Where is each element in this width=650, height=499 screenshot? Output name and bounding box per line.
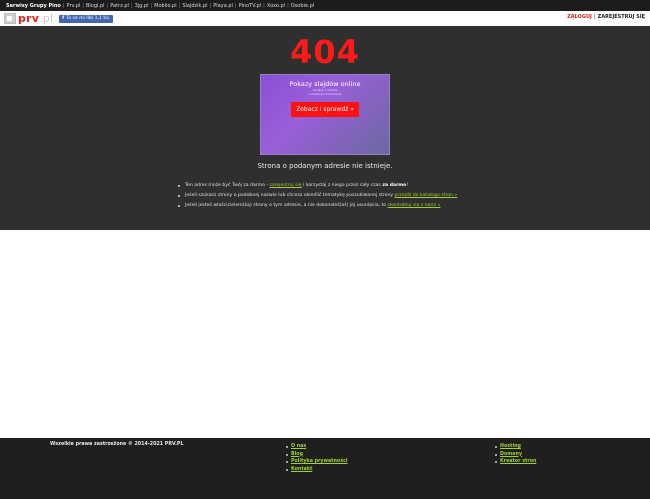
footer-link-hosting[interactable]: Hosting (500, 444, 521, 449)
footer-link-privacy[interactable]: Polityka prywatności (291, 459, 348, 464)
list-item: Kreator stron (495, 458, 536, 466)
list-item: Jeżeli szukasz strony o podobnej nazwie … (178, 191, 457, 201)
list-item: Kontakt (286, 466, 348, 474)
list-item: O nas (286, 443, 348, 451)
site-footer: Wszelkie prawa zastrzeżone © 2014-2021 P… (0, 438, 650, 499)
list-item: Hosting (495, 443, 536, 451)
network-link-slajdzik[interactable]: Slajdzik.pl (182, 3, 207, 9)
network-link-pinotv[interactable]: PinoTV.pl (239, 3, 262, 9)
network-link-mobiio[interactable]: Mobiio.pl (154, 3, 176, 9)
list-item: Polityka prywatności (286, 458, 348, 466)
footer-link-contact[interactable]: Kontakt (291, 467, 312, 472)
logo-text: prv (18, 12, 40, 25)
site-logo[interactable]: prv.pl (4, 12, 53, 25)
facebook-thumb-icon: f (62, 16, 65, 21)
logo-tld: .pl (39, 12, 54, 25)
ad-subtitle-1: ze zdjęć, z muzyką (312, 89, 338, 92)
error-tips-list: Ten adres może być Twój za darmo - zarej… (178, 181, 457, 211)
site-header: prv.pl f To se mi líbí 1,1 tis. ZALOGUJ |… (0, 11, 650, 26)
network-link-patrz[interactable]: Patrz.pl (110, 3, 129, 9)
list-item: Domeny (495, 451, 536, 459)
login-link[interactable]: ZALOGUJ (567, 14, 592, 20)
network-link-osobie[interactable]: Osobie.pl (291, 3, 314, 9)
auth-links: ZALOGUJ | ZAREJESTRUJ SIĘ (567, 14, 645, 20)
network-link-blogi[interactable]: Blogi.pl (86, 3, 105, 9)
list-item: Blog (286, 451, 348, 459)
slideshow-ad-banner[interactable]: Pokazy slajdów online ze zdjęć, z muzyką… (260, 74, 390, 155)
footer-link-site-builder[interactable]: Kreator stron (500, 459, 536, 464)
ad-cta-button[interactable]: Zobacz i sprawdź » (291, 102, 359, 117)
footer-link-about[interactable]: O nas (291, 444, 306, 449)
footer-links-services: Hosting Domeny Kreator stron (495, 443, 536, 466)
facebook-like-label: To se mi líbí (66, 16, 94, 21)
network-link-prv[interactable]: Prv.pl (67, 3, 81, 9)
ad-subtitle-2: na telefonie i komputerze (308, 93, 342, 96)
error-code: 404 (290, 33, 360, 71)
footer-link-blog[interactable]: Blog (291, 452, 303, 457)
register-link[interactable]: ZAREJESTRUJ SIĘ (598, 14, 645, 20)
ad-title: Pokazy slajdów online (289, 80, 361, 88)
network-bar: Serwisy Grupy Pino | Prv.pl | Blogi.pl | P… (0, 0, 650, 11)
catalog-link[interactable]: przejdź do katalogu stron » (395, 193, 458, 198)
list-item: Jeżeli jesteś właścicielem(ką) strony o … (178, 201, 457, 211)
facebook-like-button[interactable]: f To se mi líbí 1,1 tis. (59, 14, 114, 23)
contact-link[interactable]: skontaktuj się z nami » (388, 203, 441, 208)
facebook-like-count: 1,1 tis. (94, 16, 111, 21)
network-link-xoxo[interactable]: Xoxo.pl (267, 3, 285, 9)
network-label: Serwisy Grupy Pino (6, 2, 61, 9)
footer-links-company: O nas Blog Polityka prywatności Kontakt (286, 443, 348, 473)
error-message: Strona o podanym adresie nie istnieje. (257, 162, 393, 170)
list-item: Ten adres może być Twój za darmo - zarej… (178, 181, 457, 191)
register-inline-link[interactable]: zarejestruj się (269, 183, 301, 188)
network-link-playa[interactable]: Playa.pl (213, 3, 233, 9)
network-link-3jg[interactable]: 3jg.pl (135, 3, 149, 9)
logo-icon (4, 13, 16, 24)
footer-link-domains[interactable]: Domeny (500, 452, 522, 457)
copyright-text: Wszelkie prawa zastrzeżone © 2014-2021 P… (50, 442, 184, 447)
